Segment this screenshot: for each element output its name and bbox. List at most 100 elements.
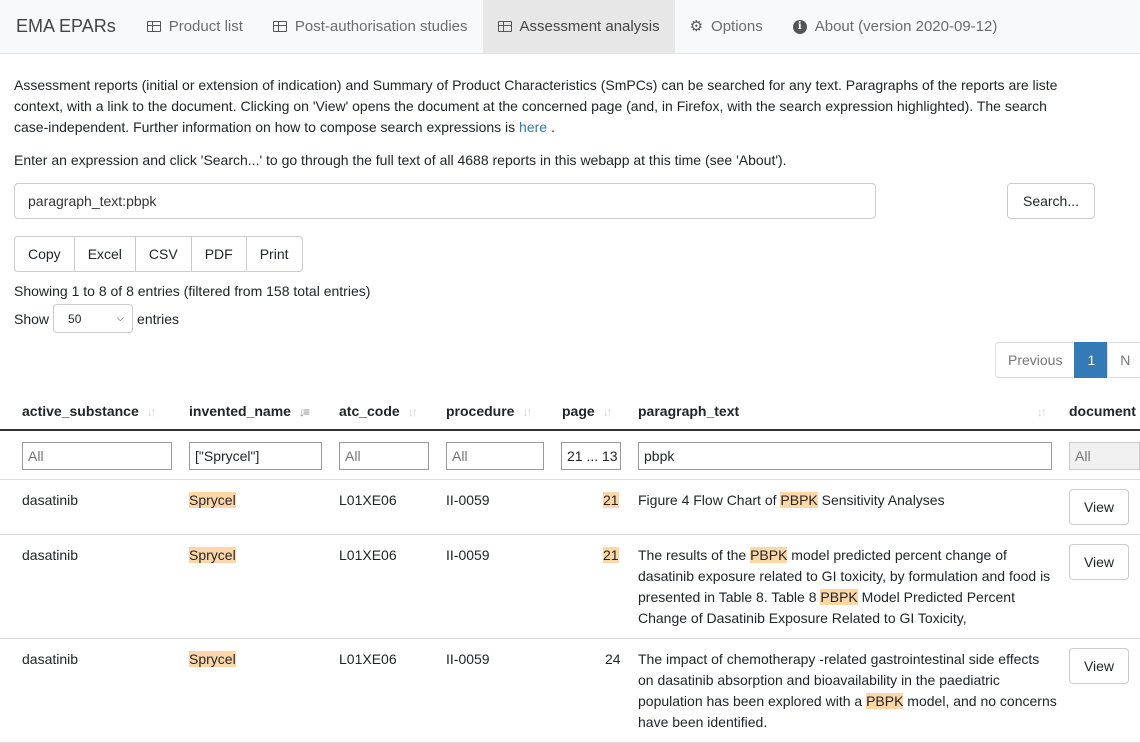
navbar: EMA EPARs Product list Post-authorisatio…	[0, 0, 1140, 54]
print-button[interactable]: Print	[245, 236, 303, 272]
filter-document[interactable]: All	[1069, 442, 1140, 470]
page-1-button[interactable]: 1	[1074, 342, 1109, 378]
intro-text-part: case-independent. Further information on…	[14, 119, 520, 135]
sort-icon: ↓↑	[407, 405, 418, 419]
filter-procedure[interactable]: All	[446, 442, 544, 470]
nav-label: Options	[711, 18, 763, 35]
cell-page: 21	[603, 492, 619, 508]
length-label-pre: Show	[14, 310, 50, 327]
cell-procedure: II-0059	[446, 651, 490, 667]
column-label: page	[562, 403, 595, 419]
table-icon	[497, 21, 512, 32]
intro-line: context, with a link to the document. Cl…	[14, 98, 1047, 114]
page-length-value: 50	[68, 311, 82, 326]
filter-invented-name[interactable]: ["Sprycel"]	[189, 442, 322, 470]
view-button[interactable]: View	[1069, 544, 1129, 580]
intro-text: Assessment reports (initial or extension…	[14, 75, 1140, 138]
search-button[interactable]: Search...	[1007, 183, 1095, 219]
filter-active-substance[interactable]: All	[22, 442, 172, 470]
cell-paragraph-text: Figure 4 Flow Chart of PBPK Sensitivity …	[638, 490, 1058, 511]
column-header-page[interactable]: page ↓↑	[562, 403, 613, 419]
cell-paragraph-text: The results of the PBPK model predicted …	[638, 545, 1058, 629]
sort-ascending-icon: ↓≡	[298, 405, 310, 419]
search-prompt: Enter an expression and click 'Search...…	[14, 152, 787, 168]
table-icon	[146, 21, 161, 32]
csv-button[interactable]: CSV	[134, 236, 192, 272]
table-row: dasatinib Sprycel L01XE06 II-0059 21 Fig…	[0, 480, 1140, 535]
cell-atc-code: L01XE06	[339, 651, 397, 667]
view-button[interactable]: View	[1069, 489, 1129, 525]
intro-line: case-independent. Further information on…	[14, 117, 1140, 138]
column-header-document[interactable]: document	[1069, 403, 1136, 419]
cell-page: 21	[603, 547, 619, 563]
view-button[interactable]: View	[1069, 648, 1129, 684]
column-header-invented-name[interactable]: invented_name ↓≡	[189, 403, 310, 419]
copy-button[interactable]: Copy	[14, 236, 75, 272]
length-label-post: entries	[137, 310, 180, 327]
page-length-select[interactable]: 50 ⌵	[53, 304, 134, 333]
paragraph-segment: Figure 4 Flow Chart of	[638, 492, 781, 508]
cell-invented-name: Sprycel	[189, 651, 236, 667]
pdf-button[interactable]: PDF	[190, 236, 247, 272]
table-icon	[272, 21, 287, 32]
table-row: dasatinib Sprycel L01XE06 II-0059 21 The…	[0, 535, 1140, 639]
column-label: active_substance	[22, 403, 139, 419]
column-header-atc-code[interactable]: atc_code ↓↑	[339, 403, 418, 419]
search-highlight: PBPK	[780, 492, 818, 508]
cell-atc-code: L01XE06	[339, 547, 397, 563]
sort-icon: ↓↑	[146, 405, 157, 419]
chevron-down-icon: ⌵	[116, 313, 125, 324]
table-row: dasatinib Sprycel L01XE06 II-0059 24 The…	[0, 639, 1140, 743]
filter-paragraph-text[interactable]: pbpk	[638, 442, 1052, 470]
next-page-button[interactable]: N	[1107, 342, 1140, 378]
nav-about[interactable]: i About (version 2020-09-12)	[778, 0, 1013, 53]
intro-text-part: .	[547, 119, 555, 135]
paragraph-segment: The results of the	[638, 547, 751, 563]
brand[interactable]: EMA EPARs	[0, 0, 132, 53]
table-info: Showing 1 to 8 of 8 entries (filtered fr…	[14, 283, 371, 299]
filter-atc-code[interactable]: All	[339, 442, 429, 470]
sort-icon: ↓↑	[522, 405, 532, 419]
nav-product-list[interactable]: Product list	[132, 0, 258, 53]
nav-options[interactable]: ⚙ Options	[675, 0, 778, 53]
cell-page: 24	[605, 651, 621, 667]
cell-procedure: II-0059	[446, 492, 490, 508]
search-input[interactable]: paragraph_text:pbpk	[14, 183, 876, 219]
previous-page-button[interactable]: Previous	[995, 342, 1076, 378]
sort-icon[interactable]: ↓↑	[1037, 403, 1047, 419]
column-header-paragraph-text[interactable]: paragraph_text	[638, 403, 739, 419]
column-label: invented_name	[189, 403, 291, 419]
cell-atc-code: L01XE06	[339, 492, 397, 508]
column-header-active-substance[interactable]: active_substance ↓↑	[22, 403, 157, 419]
nav-post-authorisation-studies[interactable]: Post-authorisation studies	[258, 0, 483, 53]
intro-line: Assessment reports (initial or extension…	[14, 77, 1058, 93]
info-icon: i	[792, 19, 807, 34]
export-buttons: Copy Excel CSV PDF Print	[14, 236, 303, 272]
search-highlight: PBPK	[750, 547, 788, 563]
nav-label: About (version 2020-09-12)	[814, 18, 998, 35]
column-label: document	[1069, 403, 1136, 419]
search-highlight: PBPK	[820, 589, 858, 605]
gear-icon: ⚙	[689, 18, 704, 35]
column-label: procedure	[446, 403, 515, 419]
nav-assessment-analysis[interactable]: Assessment analysis	[482, 0, 675, 53]
help-link[interactable]: here	[519, 119, 547, 135]
excel-button[interactable]: Excel	[73, 236, 136, 272]
cell-procedure: II-0059	[446, 547, 490, 563]
nav-label: Assessment analysis	[519, 18, 660, 35]
cell-invented-name: Sprycel	[189, 492, 236, 508]
column-label: atc_code	[339, 403, 400, 419]
column-header-procedure[interactable]: procedure ↓↑	[446, 403, 532, 419]
sort-icon: ↓↑	[602, 405, 613, 419]
cell-invented-name: Sprycel	[189, 547, 236, 563]
pagination: Previous 1 N	[995, 342, 1140, 378]
cell-active-substance: dasatinib	[22, 547, 79, 563]
page-length: Show 50 ⌵ entries	[14, 304, 179, 333]
cell-paragraph-text: The impact of chemotherapy -related gast…	[638, 649, 1058, 733]
filter-page[interactable]: 21 ... 13	[561, 442, 621, 470]
cell-active-substance: dasatinib	[22, 492, 79, 508]
paragraph-segment: Sensitivity Analyses	[817, 492, 945, 508]
nav-label: Post-authorisation studies	[294, 18, 468, 35]
column-label: paragraph_text	[638, 403, 740, 419]
search-highlight: PBPK	[866, 693, 904, 709]
